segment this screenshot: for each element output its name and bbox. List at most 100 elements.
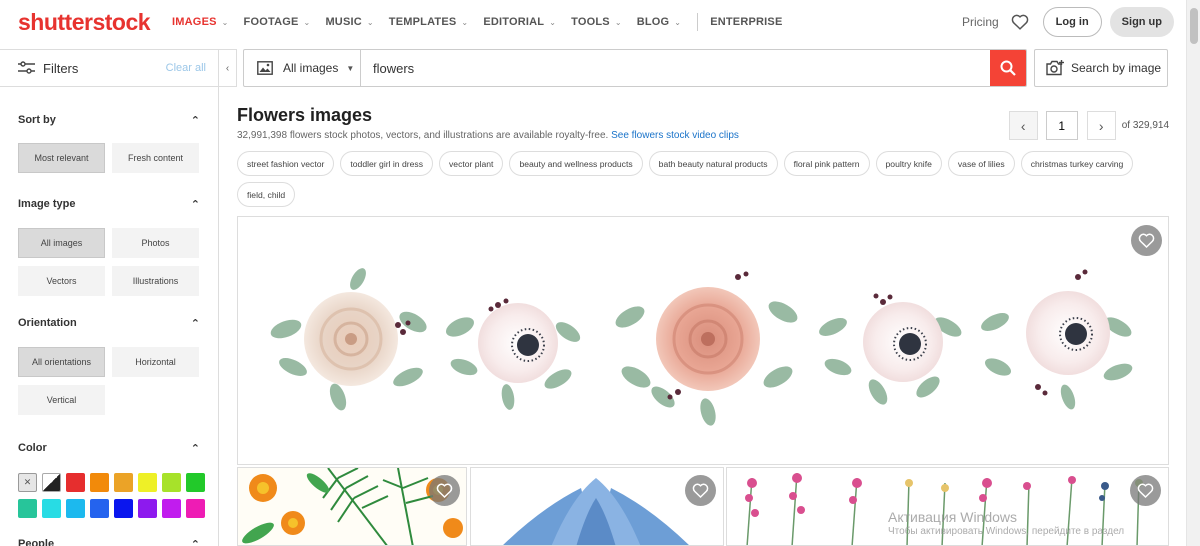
orientation-horizontal[interactable]: Horizontal [112, 347, 199, 377]
clear-all-link[interactable]: Clear all [166, 62, 206, 74]
sort-most-relevant[interactable]: Most relevant [18, 143, 105, 173]
chevron-down-icon: ⌄ [303, 17, 311, 27]
nav-blog[interactable]: BLOG ⌄ [637, 16, 681, 28]
related-tag[interactable]: vase of lilies [947, 151, 1015, 176]
orientation-all[interactable]: All orientations [18, 347, 105, 377]
filters-header: Filters Clear all [0, 50, 218, 87]
save-heart-button[interactable] [1131, 225, 1162, 256]
orientation-vertical[interactable]: Vertical [18, 385, 105, 415]
prev-page-button[interactable]: ‹ [1008, 111, 1038, 140]
search-icon [1000, 60, 1016, 76]
color-swatch-clear[interactable]: ✕ [18, 473, 37, 492]
color-swatch[interactable] [186, 499, 205, 518]
save-heart-button[interactable] [429, 475, 460, 506]
nav-enterprise[interactable]: ENTERPRISE [710, 16, 782, 28]
color-swatch[interactable] [114, 473, 133, 492]
nav-footage[interactable]: FOOTAGE ⌄ [244, 16, 311, 28]
related-tag[interactable]: christmas turkey carving [1020, 151, 1134, 176]
result-image-2[interactable] [237, 467, 467, 546]
nav-templates[interactable]: TEMPLATES ⌄ [389, 16, 469, 28]
related-tag[interactable]: beauty and wellness products [509, 151, 643, 176]
chevron-down-icon: ⌄ [366, 17, 374, 27]
chevron-down-icon: ⌄ [461, 17, 469, 27]
type-photos[interactable]: Photos [112, 228, 199, 258]
signup-button[interactable]: Sign up [1109, 7, 1174, 37]
heart-icon [692, 483, 709, 498]
shutterstock-logo[interactable]: shutterstock [18, 9, 151, 36]
color-swatch[interactable] [66, 473, 85, 492]
search-type-dropdown[interactable]: All images ▼ [244, 50, 361, 86]
watermark-line1: Активация Windows [888, 509, 1018, 525]
color-swatch[interactable] [18, 499, 37, 518]
results-main: Flowers images 32,991,398 flowers stock … [237, 94, 1169, 213]
related-tag[interactable]: floral pink pattern [783, 151, 870, 176]
related-tags: street fashion vector toddler girl in dre… [237, 151, 1169, 213]
people-header[interactable]: People ⌃ [18, 534, 200, 546]
image-type-header[interactable]: Image type ⌃ [18, 194, 200, 214]
save-heart-button[interactable] [1130, 475, 1161, 506]
sort-by-options: Most relevant Fresh content [18, 143, 200, 173]
search-by-image-button[interactable]: Search by image [1034, 49, 1168, 87]
favorites-heart-icon[interactable] [1011, 14, 1029, 30]
nav-divider [697, 13, 699, 31]
chevron-left-icon: ‹ [225, 62, 230, 74]
nav-footage-label: FOOTAGE [243, 16, 299, 28]
nav-images[interactable]: IMAGES ⌄ [172, 16, 229, 28]
sort-by-header[interactable]: Sort by ⌃ [18, 110, 200, 130]
people-section: People ⌃ [0, 534, 218, 546]
color-section: Color ⌃ ✕ [0, 438, 218, 518]
nav-templates-label: TEMPLATES [388, 16, 457, 28]
orientation-options: All orientations Horizontal Vertical [18, 347, 200, 415]
color-swatch[interactable] [66, 499, 85, 518]
color-swatch[interactable] [186, 473, 205, 492]
nav-editorial[interactable]: EDITORIAL ⌄ [483, 16, 556, 28]
watermark-line2: Чтобы активировать Windows, перейдите в … [888, 525, 1125, 537]
nav-editorial-label: EDITORIAL [483, 16, 545, 28]
color-swatches: ✕ [18, 473, 205, 518]
blue-dahlia-image [471, 468, 723, 545]
color-swatch[interactable] [162, 473, 181, 492]
related-tag[interactable]: bath beauty natural products [648, 151, 778, 176]
result-image-1[interactable] [237, 216, 1169, 465]
page-scrollbar[interactable] [1186, 0, 1200, 546]
related-tag[interactable]: street fashion vector [237, 151, 335, 176]
type-all-images[interactable]: All images [18, 228, 105, 258]
image-type-options: All images Photos Vectors Illustrations [18, 228, 200, 296]
people-title: People [18, 538, 55, 546]
video-clips-link[interactable]: See flowers stock video clips [611, 130, 739, 141]
scrollbar-thumb[interactable] [1190, 8, 1198, 44]
type-illustrations[interactable]: Illustrations [112, 266, 199, 296]
save-heart-button[interactable] [685, 475, 716, 506]
related-tag[interactable]: toddler girl in dress [340, 151, 433, 176]
login-button[interactable]: Log in [1042, 7, 1102, 37]
color-header[interactable]: Color ⌃ [18, 438, 200, 458]
next-page-button[interactable]: › [1086, 111, 1116, 140]
results-count-text: 32,991,398 flowers stock photos, vectors… [237, 130, 609, 141]
related-tag[interactable]: vector plant [439, 151, 504, 176]
watercolor-flower-bouquets [270, 268, 1133, 426]
color-swatch[interactable] [138, 473, 157, 492]
nav-images-label: IMAGES [172, 16, 217, 28]
color-swatch-black-white[interactable] [42, 473, 61, 492]
image-icon [257, 61, 273, 75]
pricing-link[interactable]: Pricing [962, 15, 999, 29]
color-swatch[interactable] [162, 499, 181, 518]
color-swatch[interactable] [90, 499, 109, 518]
search-input[interactable] [361, 50, 990, 86]
chevron-down-icon: ⌄ [674, 17, 682, 27]
page-number-input[interactable] [1045, 111, 1078, 140]
search-button[interactable] [990, 50, 1026, 86]
color-swatch[interactable] [90, 473, 109, 492]
result-image-3[interactable] [470, 467, 724, 546]
orientation-header[interactable]: Orientation ⌃ [18, 313, 200, 333]
collapse-sidebar-button[interactable]: ‹ [219, 49, 237, 87]
nav-tools[interactable]: TOOLS ⌄ [571, 16, 622, 28]
related-tag[interactable]: poultry knife [875, 151, 942, 176]
sort-fresh-content[interactable]: Fresh content [112, 143, 199, 173]
nav-music[interactable]: MUSIC ⌄ [325, 16, 373, 28]
color-swatch[interactable] [114, 499, 133, 518]
type-vectors[interactable]: Vectors [18, 266, 105, 296]
color-swatch[interactable] [138, 499, 157, 518]
related-tag[interactable]: field, child [237, 182, 296, 207]
color-swatch[interactable] [42, 499, 61, 518]
